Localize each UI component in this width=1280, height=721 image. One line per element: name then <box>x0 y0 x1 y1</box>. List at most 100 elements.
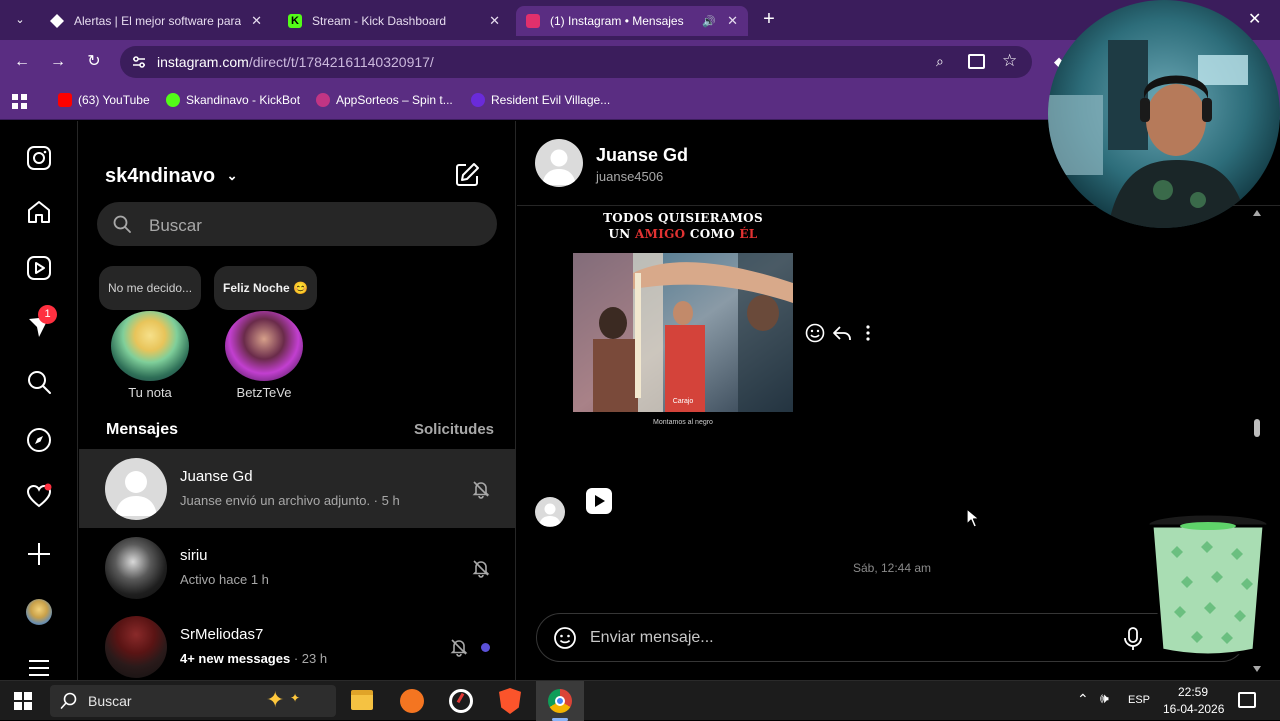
tab-close-icon[interactable]: ✕ <box>489 13 500 29</box>
back-arrow-icon[interactable]: ← <box>10 50 34 74</box>
betzteve-note-avatar[interactable] <box>225 311 303 381</box>
note-label-own: Tu nota <box>128 385 172 400</box>
copilot-sparkle-icon[interactable]: ✦ <box>266 687 284 713</box>
notifications-icon[interactable] <box>1238 692 1256 708</box>
emoji-picker-icon[interactable] <box>553 626 577 650</box>
own-note-avatar[interactable] <box>111 311 189 381</box>
tab-title: Stream - Kick Dashboard <box>312 14 447 28</box>
conversation-time: · 23 h <box>290 651 328 666</box>
tray-chevron-up-icon[interactable]: ⌃ <box>1077 691 1089 708</box>
chrome-taskbar-button[interactable] <box>536 681 584 721</box>
url-path: /direct/t/17842161140320917/ <box>248 54 434 70</box>
search-input[interactable]: Buscar <box>97 202 497 246</box>
bookmark-label: Skandinavo - KickBot <box>186 93 301 107</box>
bookmark-appsorteos[interactable]: AppSorteos – Spin t... <box>316 93 453 107</box>
create-plus-icon[interactable] <box>24 539 54 569</box>
conversation-juanse[interactable]: Juanse Gd Juanse envió un archivo adjunt… <box>79 449 516 528</box>
play-icon[interactable] <box>586 488 612 514</box>
react-emoji-icon[interactable] <box>804 322 826 344</box>
message-input[interactable]: Enviar mensaje... <box>536 613 1246 662</box>
caption-line-1: TODOS QUISIERAMOS <box>603 211 763 225</box>
conversation-srmeliodas7[interactable]: SrMeliodas7 4+ new messages · 23 h <box>79 607 516 680</box>
window-close-icon[interactable]: ✕ <box>1248 9 1261 29</box>
explore-compass-icon[interactable] <box>24 425 54 455</box>
home-icon[interactable] <box>24 197 54 227</box>
instagram-logo-icon[interactable] <box>24 143 54 173</box>
notifications-heart-icon[interactable] <box>24 481 54 511</box>
sender-avatar[interactable] <box>535 497 565 527</box>
account-switcher[interactable]: sk4ndinavo ⌄ <box>105 165 238 188</box>
avatar <box>105 458 167 520</box>
microphone-icon[interactable] <box>1123 626 1143 652</box>
scroll-up-arrow-icon[interactable] <box>1253 210 1261 216</box>
messenger-icon[interactable]: 1 <box>24 305 57 341</box>
scrollbar-thumb[interactable] <box>1254 419 1260 437</box>
new-tab-button[interactable]: + <box>758 8 780 30</box>
tab-kick-dashboard[interactable]: K Stream - Kick Dashboard ✕ <box>278 6 510 36</box>
search-icon[interactable] <box>24 367 54 397</box>
tab-search-button[interactable]: ⌄ <box>10 10 30 30</box>
avatar <box>105 616 167 678</box>
crunchyroll-icon[interactable] <box>400 689 424 713</box>
brave-icon[interactable] <box>499 688 521 714</box>
search-icon <box>60 692 78 710</box>
tab-close-icon[interactable]: ✕ <box>727 13 738 29</box>
sparkle-icon: ✦ <box>290 691 301 705</box>
note-bubble-own[interactable]: No me decido... <box>99 266 202 310</box>
clock-date[interactable]: 16-04-2026 <box>1163 702 1224 716</box>
zoom-icon[interactable]: ⌕ <box>936 53 944 70</box>
taskbar-search-placeholder: Buscar <box>88 693 132 709</box>
recycle-bin-overlay <box>1146 512 1270 658</box>
mouse-cursor-icon <box>966 508 980 528</box>
video-frame-text: Carajo <box>672 398 694 405</box>
search-icon <box>113 215 131 233</box>
new-message-compose-icon[interactable] <box>453 161 481 189</box>
bookmark-star-icon[interactable]: ☆ <box>1002 51 1017 71</box>
address-bar[interactable]: instagram.com/direct/t/17842161140320917… <box>120 46 1032 78</box>
reply-icon[interactable] <box>831 322 853 344</box>
requests-link[interactable]: Solicitudes <box>414 421 494 438</box>
apps-grid-icon[interactable] <box>12 94 27 109</box>
message-placeholder: Enviar mensaje... <box>590 629 714 646</box>
bookmark-kickbot[interactable]: Skandinavo - KickBot <box>166 93 300 107</box>
install-app-icon[interactable] <box>968 54 985 69</box>
bookmark-youtube[interactable]: (63) YouTube <box>58 93 150 107</box>
input-language[interactable]: ESP <box>1128 694 1150 706</box>
clock-time[interactable]: 22:59 <box>1178 685 1208 699</box>
tab-instagram[interactable]: (1) Instagram • Mensajes 🔊 ✕ <box>516 6 748 36</box>
scroll-down-arrow-icon[interactable] <box>1253 666 1261 672</box>
caption-highlight: ÉL <box>739 227 758 241</box>
tab-alertas[interactable]: Alertas | El mejor software para ✕ <box>40 6 272 36</box>
volume-icon[interactable]: 🕪 <box>1100 690 1109 707</box>
forward-arrow-icon[interactable]: → <box>46 50 70 74</box>
note-bubble-betzteve[interactable]: Feliz Noche 😊 <box>214 266 317 310</box>
chat-avatar[interactable] <box>535 139 583 187</box>
windows-taskbar: Buscar ✦ ✦ ⌃ 🕪 ESP 22:59 16-04-2026 <box>0 680 1280 721</box>
notification-badge: 1 <box>38 305 57 324</box>
caption-part: UN <box>608 227 635 241</box>
tab-close-icon[interactable]: ✕ <box>251 13 262 29</box>
bookmark-label: (63) YouTube <box>78 93 150 107</box>
reels-icon[interactable] <box>24 253 54 283</box>
instagram-favicon-icon <box>526 14 540 28</box>
file-explorer-icon[interactable] <box>351 690 373 710</box>
reload-icon[interactable]: ↻ <box>82 50 106 74</box>
speedtest-icon[interactable] <box>449 689 473 713</box>
windows-start-icon[interactable] <box>14 692 32 710</box>
bookmark-resident-evil[interactable]: Resident Evil Village... <box>471 93 610 107</box>
taskbar-search[interactable]: Buscar ✦ ✦ <box>50 685 336 717</box>
conversation-preview: Activo hace 1 h <box>180 572 269 587</box>
conversation-siriu[interactable]: siriu Activo hace 1 h <box>79 528 516 607</box>
url-text: instagram.com/direct/t/17842161140320917… <box>157 54 434 70</box>
chat-contact-name: Juanse Gd <box>596 145 689 165</box>
speaker-icon[interactable]: 🔊 <box>702 15 716 28</box>
site-settings-icon[interactable] <box>130 53 148 71</box>
profile-avatar[interactable] <box>24 597 54 627</box>
inbox-panel: sk4ndinavo ⌄ Buscar No me decido... Tu n… <box>79 121 516 680</box>
chrome-icon <box>548 689 572 713</box>
more-options-icon[interactable] <box>857 322 879 344</box>
caption-highlight: AMIGO <box>635 227 686 241</box>
video-message[interactable]: TODOS QUISIERAMOS UN AMIGO COMO ÉL Caraj… <box>573 206 793 528</box>
more-menu-icon[interactable] <box>24 653 54 680</box>
instagram-left-nav: 1 <box>0 121 78 680</box>
